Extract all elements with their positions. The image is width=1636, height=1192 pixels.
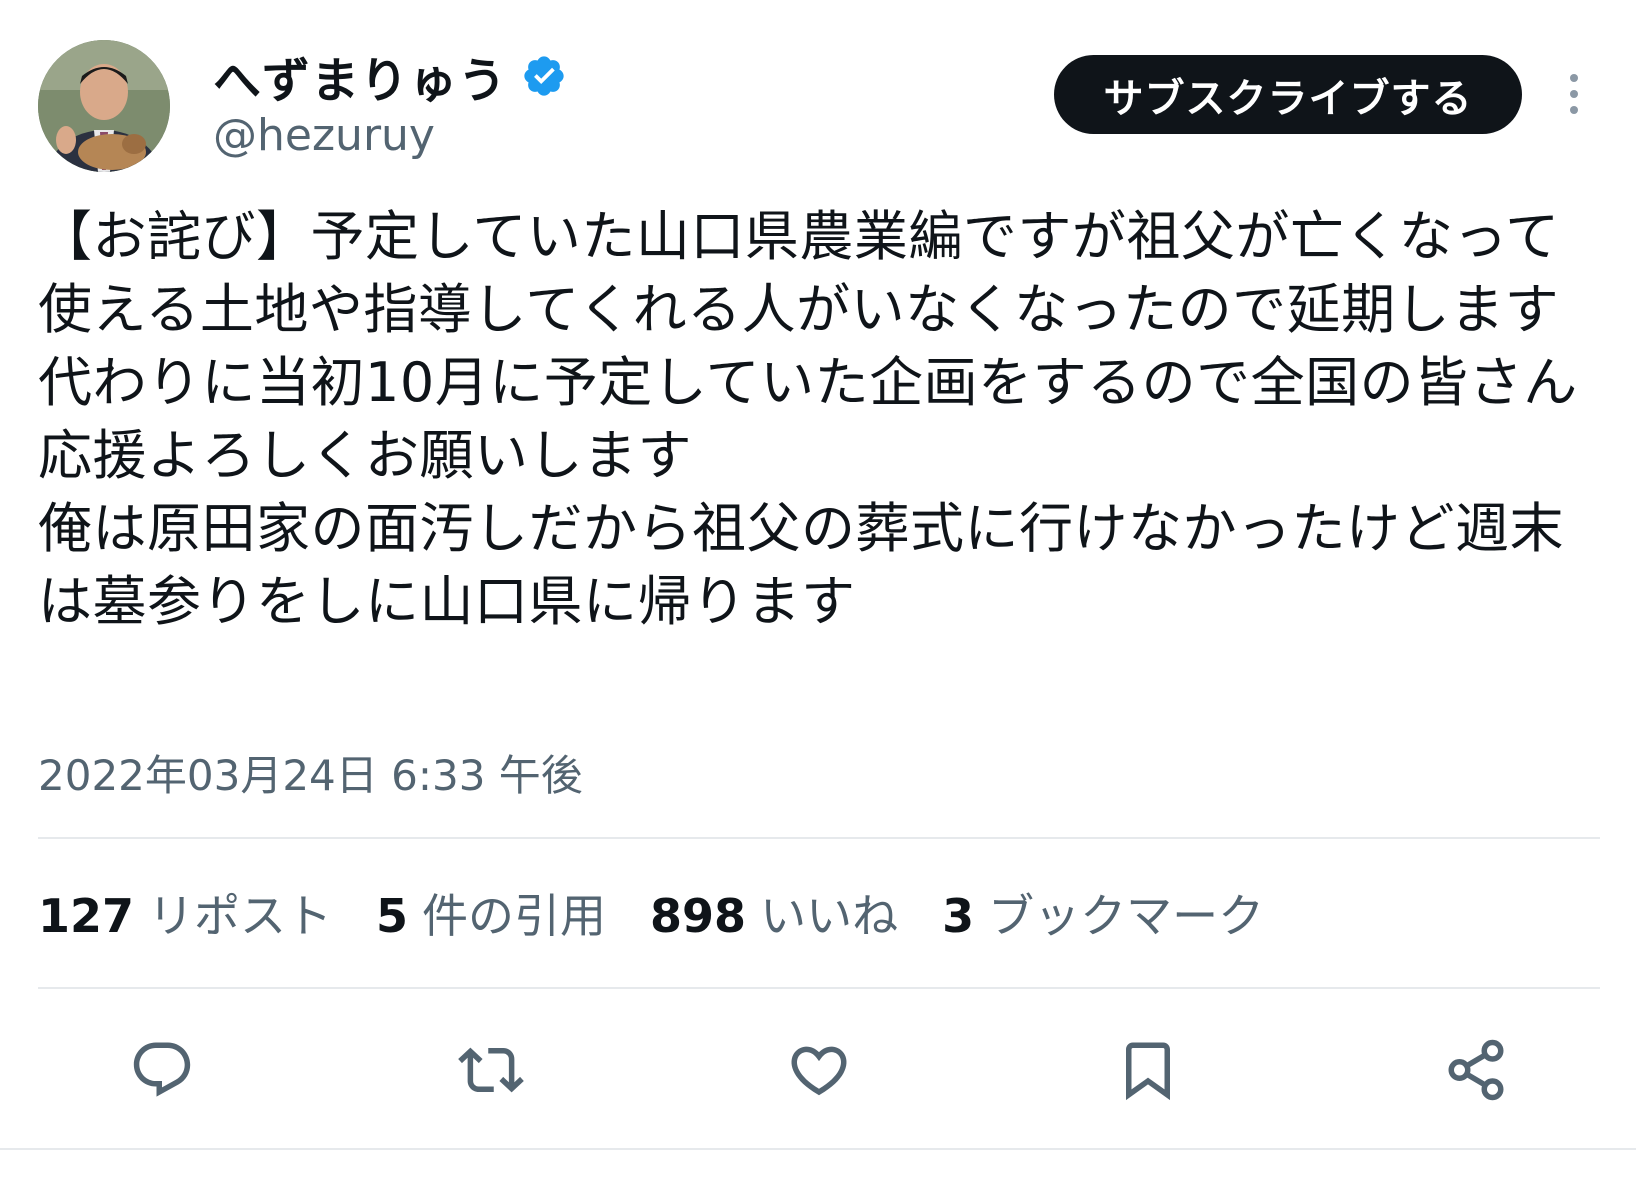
like-icon bbox=[791, 1046, 847, 1096]
reply-icon bbox=[133, 1042, 191, 1097]
quote-label: 件の引用 bbox=[422, 889, 607, 943]
tweet-timestamp[interactable]: 2022年03月24日 6:33 午後 bbox=[38, 742, 583, 803]
share-button[interactable] bbox=[1436, 1030, 1516, 1110]
repost-label: リポスト bbox=[148, 889, 333, 943]
repost-button[interactable] bbox=[451, 1030, 531, 1110]
more-vertical-icon[interactable] bbox=[1558, 70, 1590, 118]
divider bbox=[0, 1148, 1636, 1150]
like-label: いいね bbox=[760, 889, 899, 943]
avatar-photo bbox=[38, 40, 170, 172]
avatar[interactable] bbox=[38, 40, 170, 172]
stat-reposts[interactable]: 127 リポスト bbox=[38, 880, 332, 946]
tweet-text: 【お詫び】予定していた山口県農業編ですが祖父が亡くなって使える土地や指導してくれ… bbox=[38, 205, 1578, 633]
bookmark-icon bbox=[1126, 1042, 1170, 1101]
reply-button[interactable] bbox=[122, 1030, 202, 1110]
verified-badge-icon bbox=[521, 53, 567, 99]
display-name-row: へずまりゅう bbox=[213, 46, 567, 109]
like-count: 898 bbox=[650, 889, 747, 943]
divider bbox=[38, 987, 1600, 989]
share-icon bbox=[1448, 1039, 1504, 1101]
bookmark-button[interactable] bbox=[1108, 1030, 1188, 1110]
display-name[interactable]: へずまりゅう bbox=[213, 41, 507, 111]
like-button[interactable] bbox=[779, 1030, 859, 1110]
divider bbox=[38, 837, 1600, 839]
bookmark-count: 3 bbox=[942, 889, 975, 943]
engagement-stats: 127 リポスト 5 件の引用 898 いいね 3 ブックマーク bbox=[38, 880, 1308, 946]
author-info[interactable]: へずまりゅう @hezuruy bbox=[213, 46, 567, 161]
tweet-detail: へずまりゅう @hezuruy サブスクライブする 【お詫び】予定していた山口県… bbox=[0, 0, 1636, 1192]
stat-quotes[interactable]: 5 件の引用 bbox=[376, 880, 606, 946]
stat-likes[interactable]: 898 いいね bbox=[650, 880, 898, 946]
subscribe-button[interactable]: サブスクライブする bbox=[1054, 55, 1522, 134]
repost-count: 127 bbox=[38, 889, 135, 943]
bookmark-label: ブックマーク bbox=[988, 889, 1265, 943]
quote-count: 5 bbox=[376, 889, 409, 943]
stat-bookmarks[interactable]: 3 ブックマーク bbox=[942, 880, 1264, 946]
author-handle[interactable]: @hezuruy bbox=[213, 110, 567, 161]
repost-icon bbox=[458, 1047, 524, 1093]
